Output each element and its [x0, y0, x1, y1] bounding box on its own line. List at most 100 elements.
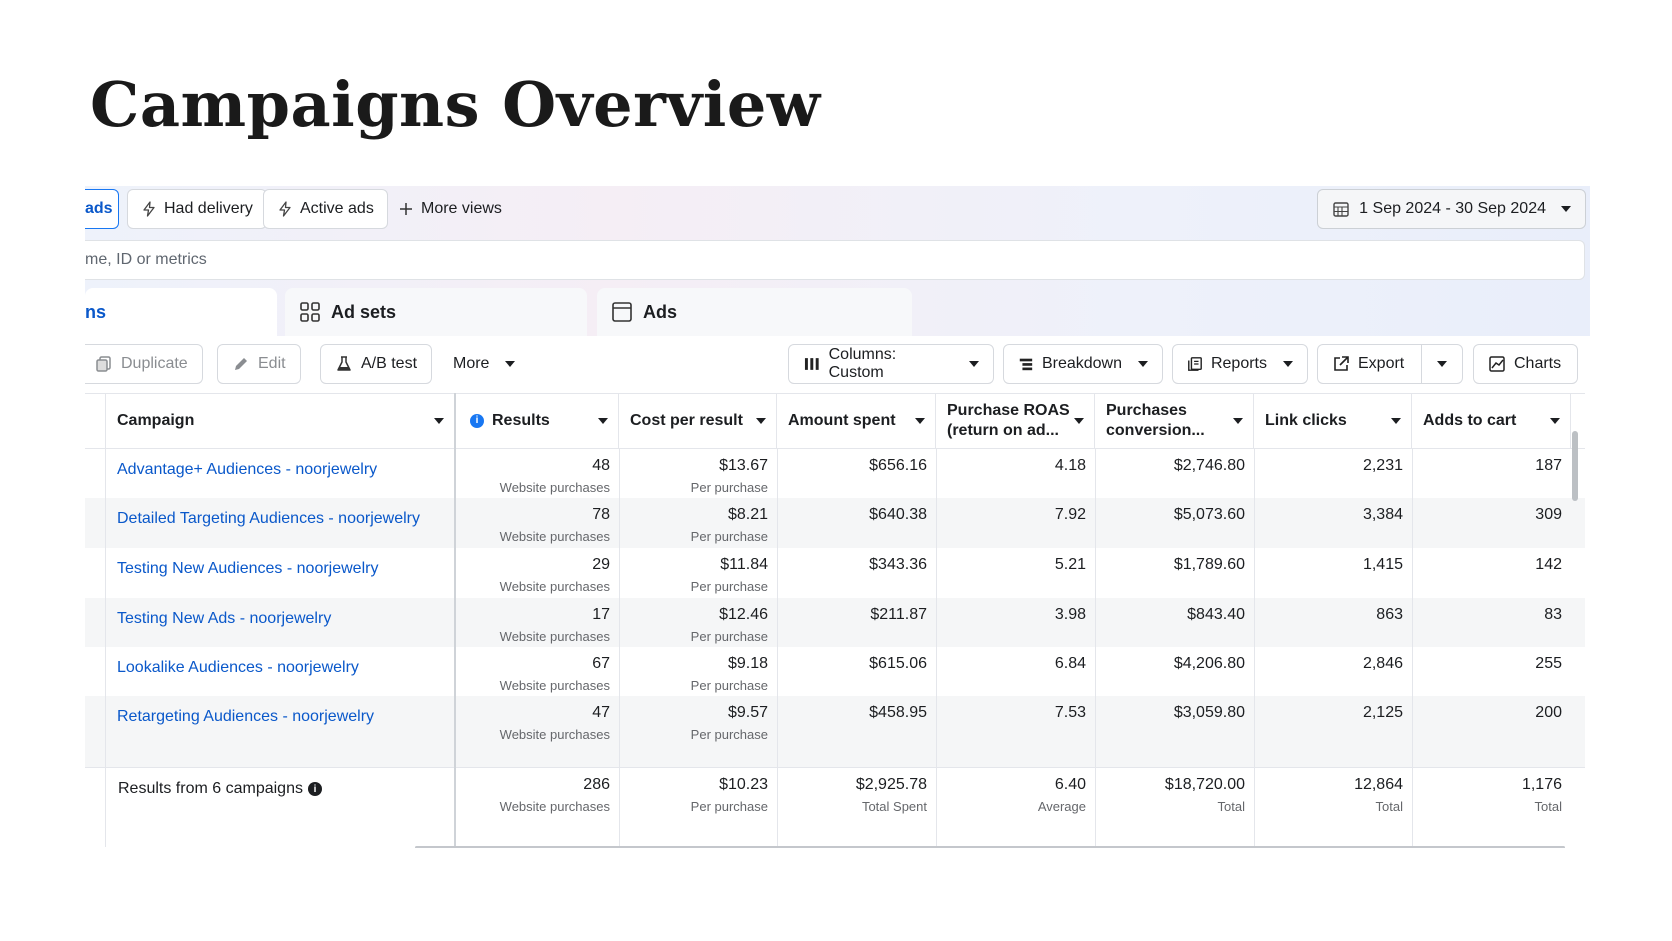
column-header-purchase-roas[interactable]: Purchase ROAS (return on ad...: [936, 394, 1095, 448]
table-row[interactable]: Testing New Audiences - noorjewelry 29 Web…: [85, 548, 1585, 598]
campaign-name-link[interactable]: Retargeting Audiences - noorjewelry: [105, 696, 453, 767]
total-purchases-conversion: $18,720.00 Total: [1095, 768, 1254, 847]
column-header-purchases-conversion[interactable]: Purchases conversion...: [1095, 394, 1254, 448]
cell-adds-to-cart: 187: [1412, 449, 1571, 498]
charts-button[interactable]: Charts: [1473, 344, 1578, 384]
cell-roas: 4.18: [936, 449, 1095, 498]
lightning-icon: [279, 201, 291, 217]
table-row[interactable]: Detailed Targeting Audiences - noorjewel…: [85, 498, 1585, 548]
tab-ads[interactable]: Ads: [597, 288, 912, 336]
cell-value: 187: [1535, 457, 1562, 474]
total-roas: 6.40 Average: [936, 768, 1095, 847]
cell-value: 7.92: [1054, 506, 1086, 523]
cell-link-clicks: 863: [1254, 598, 1412, 647]
view-chip-active-ads[interactable]: Active ads: [263, 189, 388, 229]
cell-value: 78: [592, 506, 610, 523]
table-row[interactable]: Testing New Ads - noorjewelry 17 Website p…: [85, 598, 1585, 647]
view-chip-ads[interactable]: ads: [85, 189, 119, 229]
cell-value: 17: [592, 606, 610, 623]
campaigns-table: Campaign i Results Cost per result Amoun…: [85, 393, 1585, 847]
more-button[interactable]: More: [439, 344, 530, 384]
totals-row: Results from 6 campaigns i 286 Website pu…: [85, 767, 1585, 847]
campaign-name-link[interactable]: Testing New Audiences - noorjewelry: [105, 548, 453, 598]
table-row[interactable]: Retargeting Audiences - noorjewelry 47 Web…: [85, 696, 1585, 767]
cell-value: 7.53: [1054, 704, 1086, 721]
reports-icon: [1188, 357, 1202, 371]
export-button[interactable]: Export: [1317, 344, 1422, 384]
search-bar[interactable]: [85, 240, 1585, 280]
column-header-link-clicks[interactable]: Link clicks: [1254, 394, 1412, 448]
cell-value: $458.95: [869, 704, 927, 721]
column-header-adds-to-cart[interactable]: Adds to cart: [1412, 394, 1571, 448]
cell-link-clicks: 2,125: [1254, 696, 1412, 767]
cell-results: 17 Website purchases: [455, 598, 619, 647]
total-value: 12,864: [1354, 776, 1403, 793]
export-dropdown-button[interactable]: [1421, 344, 1463, 384]
info-icon[interactable]: i: [307, 782, 322, 796]
duplicate-button[interactable]: Duplicate: [85, 344, 203, 384]
column-header-label: Adds to cart: [1423, 412, 1517, 429]
cell-value: 67: [592, 655, 610, 672]
column-header-campaign[interactable]: Campaign: [105, 394, 455, 448]
total-value: 1,176: [1521, 776, 1562, 793]
table-row[interactable]: Lookalike Audiences - noorjewelry 67 Websi…: [85, 647, 1585, 696]
chevron-down-icon: [969, 361, 979, 367]
cell-cost-per-result: $9.57 Per purchase: [619, 696, 777, 767]
cell-cost-per-result: $12.46 Per purchase: [619, 598, 777, 647]
date-range-picker[interactable]: 1 Sep 2024 - 30 Sep 2024: [1317, 189, 1586, 229]
table-row[interactable]: Advantage+ Audiences - noorjewelry 48 Webs…: [85, 449, 1585, 498]
view-chip-label: Active ads: [300, 200, 374, 217]
column-header-label: Campaign: [117, 412, 195, 429]
columns-button[interactable]: Columns: Custom: [788, 344, 994, 384]
cell-value: 3.98: [1054, 606, 1086, 623]
campaign-name-link[interactable]: Lookalike Audiences - noorjewelry: [105, 647, 453, 696]
vertical-scrollbar[interactable]: [1572, 431, 1578, 501]
campaign-name-link[interactable]: Advantage+ Audiences - noorjewelry: [105, 449, 453, 498]
breakdown-button[interactable]: Breakdown: [1003, 344, 1163, 384]
view-chip-had-delivery[interactable]: Had delivery: [127, 189, 267, 229]
cell-link-clicks: 1,415: [1254, 548, 1412, 598]
column-header-label: Link clicks: [1265, 412, 1347, 429]
beaker-icon: [337, 356, 351, 371]
columns-icon: [804, 358, 819, 370]
cell-amount-spent: $343.36: [777, 548, 936, 598]
campaign-name-link[interactable]: Testing New Ads - noorjewelry: [105, 598, 453, 647]
column-header-label: Results: [492, 412, 550, 429]
search-input[interactable]: [85, 241, 1584, 279]
cell-value: $615.06: [869, 655, 927, 672]
reports-button[interactable]: Reports: [1172, 344, 1308, 384]
reports-label: Reports: [1210, 355, 1267, 372]
ads-manager-panel: ads Had delivery Active ads More views 1…: [85, 186, 1590, 848]
ab-test-button[interactable]: A/B test: [320, 344, 433, 384]
cell-amount-spent: $640.38: [777, 498, 936, 548]
cell-purchases-conversion: $5,073.60: [1095, 498, 1254, 548]
column-header-amount-spent[interactable]: Amount spent: [777, 394, 936, 448]
cell-adds-to-cart: 200: [1412, 696, 1571, 767]
tab-campaigns[interactable]: ns: [85, 288, 277, 336]
cell-purchases-conversion: $843.40: [1095, 598, 1254, 647]
campaign-name-link[interactable]: Detailed Targeting Audiences - noorjewel…: [105, 498, 453, 548]
cell-value: 255: [1535, 655, 1562, 672]
total-sub: Total Spent: [861, 799, 927, 814]
slide-title: Campaigns Overview: [90, 68, 821, 141]
cell-value: 4.18: [1054, 457, 1086, 474]
total-cost-per-result: $10.23 Per purchase: [619, 768, 777, 847]
column-header-cost-per-result[interactable]: Cost per result: [619, 394, 777, 448]
cell-roas: 7.53: [936, 696, 1095, 767]
cell-value: $343.36: [869, 556, 927, 573]
column-header-results[interactable]: i Results: [455, 394, 619, 448]
cell-results: 48 Website purchases: [455, 449, 619, 498]
total-value: 6.40: [1054, 776, 1086, 793]
cell-amount-spent: $656.16: [777, 449, 936, 498]
cell-value: $13.67: [719, 457, 768, 474]
cell-value: 48: [592, 457, 610, 474]
edit-button[interactable]: Edit: [217, 344, 301, 384]
more-views-button[interactable]: More views: [385, 189, 515, 229]
column-divider: [105, 393, 106, 847]
tab-ad-sets[interactable]: Ad sets: [285, 288, 587, 336]
cell-value: $4,206.80: [1173, 655, 1245, 672]
horizontal-scrollbar[interactable]: [415, 846, 1565, 848]
column-divider: [454, 393, 456, 847]
chevron-down-icon: [756, 418, 766, 424]
ad-frame-icon: [612, 302, 632, 322]
